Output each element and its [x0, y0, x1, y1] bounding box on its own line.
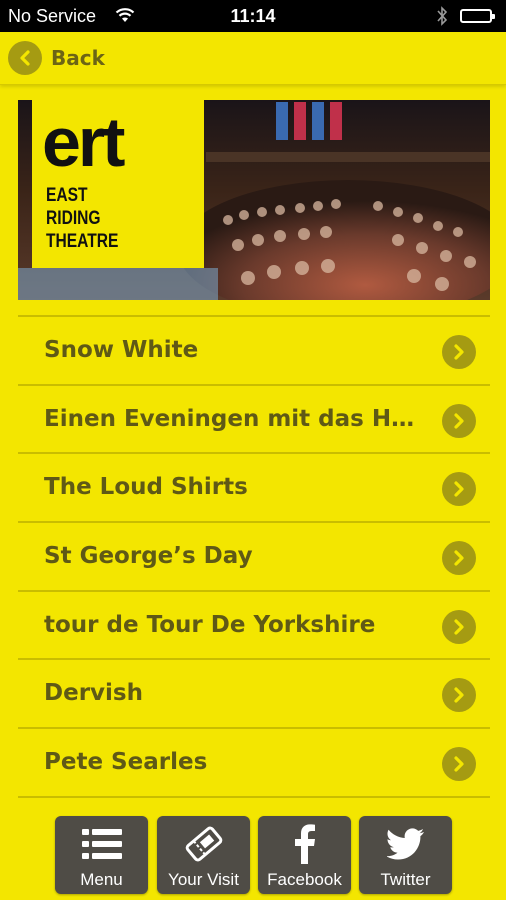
tab-label: Menu [80, 870, 123, 889]
event-title: St George’s Day [44, 543, 253, 570]
bluetooth-icon [437, 6, 448, 26]
chevron-right-icon [442, 472, 476, 507]
tab-twitter[interactable]: Twitter [359, 816, 452, 894]
bottom-tab-bar: Menu Your Visit Facebook Twitter [0, 812, 506, 900]
chevron-right-icon [442, 609, 476, 644]
chevron-left-icon [8, 41, 42, 75]
event-title: tour de Tour De Yorkshire [44, 611, 376, 638]
tab-label: Facebook [267, 870, 342, 889]
tab-label: Your Visit [168, 870, 239, 889]
chevron-right-icon [442, 678, 476, 713]
chevron-right-icon [442, 541, 476, 576]
ticket-icon [157, 824, 250, 864]
list-icon [55, 824, 148, 864]
theatre-banner: ert EAST RIDING THEATRE [18, 100, 490, 300]
tab-menu[interactable]: Menu [55, 816, 148, 894]
twitter-icon [359, 824, 452, 864]
logo-line: THEATRE [46, 231, 119, 252]
tab-facebook[interactable]: Facebook [258, 816, 351, 894]
event-list-item[interactable]: tour de Tour De Yorkshire [18, 592, 490, 661]
clock: 11:14 [230, 6, 276, 26]
logo-line: EAST [46, 185, 88, 206]
event-list-item[interactable]: Dervish [18, 660, 490, 730]
event-title: Pete Searles [44, 749, 208, 776]
chevron-right-icon [442, 335, 476, 369]
logo-mark: ert [42, 103, 126, 181]
event-title: The Loud Shirts [44, 474, 248, 501]
back-label: Back [51, 46, 105, 70]
event-list-item[interactable]: Einen Eveningen mit das He... [18, 386, 490, 455]
status-bar: No Service 11:14 [0, 0, 506, 32]
logo-line: RIDING [46, 208, 101, 229]
back-button[interactable]: Back [8, 41, 105, 75]
ert-logo: ert EAST RIDING THEATRE [32, 100, 204, 268]
chevron-right-icon [442, 403, 476, 438]
event-title: Dervish [44, 680, 143, 707]
chevron-right-icon [442, 747, 476, 782]
battery-icon [460, 9, 495, 23]
facebook-icon [258, 824, 351, 864]
event-list-item[interactable]: The Loud Shirts [18, 454, 490, 524]
event-title: Einen Eveningen mit das He... [44, 405, 424, 432]
event-list-item[interactable]: Pete Searles [18, 729, 490, 798]
event-list: Snow White Einen Eveningen mit das He... T… [18, 315, 490, 798]
tab-your-visit[interactable]: Your Visit [157, 816, 250, 894]
tab-label: Twitter [380, 870, 431, 889]
event-list-item[interactable]: Snow White [18, 317, 490, 386]
navigation-bar: Back [0, 32, 506, 85]
event-list-item[interactable]: St George’s Day [18, 523, 490, 592]
event-title: Snow White [44, 337, 199, 363]
logo-name: EAST RIDING THEATRE [46, 184, 169, 253]
